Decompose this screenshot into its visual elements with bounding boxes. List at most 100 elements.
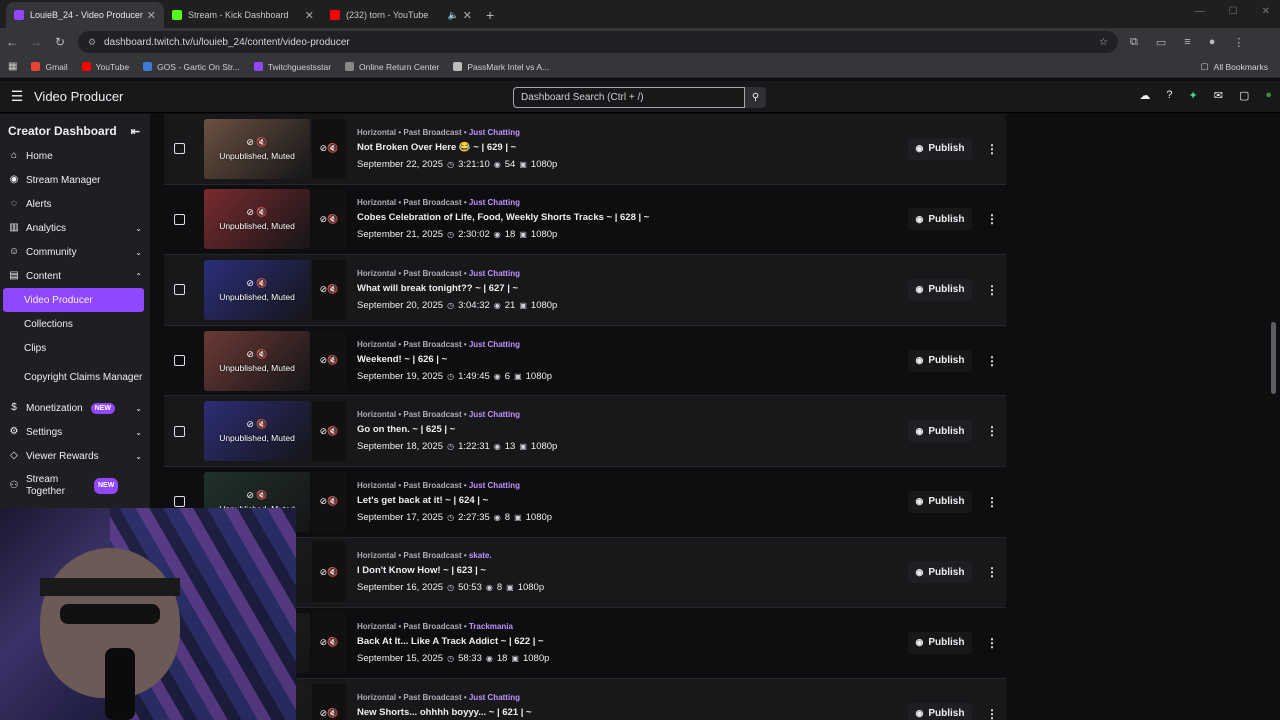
browser-tab[interactable]: LouieB_24 - Video Producer - T ✕ bbox=[6, 2, 164, 28]
select-checkbox[interactable] bbox=[174, 355, 185, 367]
publish-button[interactable]: ◉ Publish bbox=[908, 490, 972, 513]
sidebar-item-alerts[interactable]: ◌ Alerts bbox=[0, 192, 150, 216]
media-icon[interactable]: ≡ bbox=[1184, 36, 1190, 49]
sidebar-item-stream-together[interactable]: ⚇ Stream Together NEW bbox=[0, 468, 150, 504]
video-category-link[interactable]: Just Chatting bbox=[469, 128, 520, 137]
video-title[interactable]: Cobes Celebration of Life, Food, Weekly … bbox=[357, 212, 649, 223]
video-thumbnail[interactable]: ⊘ 🔇 Unpublished, Muted bbox=[204, 189, 310, 250]
more-options-icon[interactable]: ⋮ bbox=[986, 565, 998, 579]
select-checkbox[interactable] bbox=[174, 213, 185, 225]
bookmark-item[interactable]: Gmail bbox=[31, 62, 68, 72]
cast-icon[interactable]: ▭ bbox=[1156, 36, 1166, 49]
browser-tab[interactable]: (232) torn - YouTube 🔈 ✕ bbox=[322, 2, 480, 28]
sparkle-icon[interactable]: ✦ bbox=[1189, 89, 1198, 102]
video-row[interactable]: ⊘ 🔇 Unpublished, Muted ⊘🔇 Horizontal • P… bbox=[164, 396, 1006, 467]
bookmark-item[interactable]: PassMark Intel vs A... bbox=[453, 62, 549, 72]
sidebar-item-content[interactable]: ▤ Content ⌃ bbox=[0, 264, 150, 288]
site-info-icon[interactable]: ⚙ bbox=[88, 37, 98, 48]
sidebar-item-analytics[interactable]: ▥ Analytics ⌄ bbox=[0, 216, 150, 240]
profile-avatar[interactable]: ● bbox=[1209, 36, 1216, 49]
bookmark-item[interactable]: Twitchguestsstar bbox=[253, 62, 331, 72]
sidebar-item-viewer-rewards[interactable]: ◇ Viewer Rewards ⌄ bbox=[0, 444, 150, 468]
video-title[interactable]: Let's get back at it! ~ | 624 | ~ bbox=[357, 495, 552, 506]
bookmark-item[interactable]: YouTube bbox=[81, 62, 129, 72]
video-title[interactable]: New Shorts... ohhhh boyyy... ~ | 621 | ~ bbox=[357, 707, 557, 718]
video-title[interactable]: Not Broken Over Here 😂 ~ | 629 | ~ bbox=[357, 142, 557, 153]
sidebar-item-copyright-claims[interactable]: Copyright Claims Manager bbox=[0, 360, 150, 396]
video-title[interactable]: What will break tonight?? ~ | 627 | ~ bbox=[357, 283, 557, 294]
video-category-link[interactable]: skate. bbox=[469, 551, 492, 560]
whispers-icon[interactable]: ▢ bbox=[1239, 89, 1249, 102]
maximize-icon[interactable]: ☐ bbox=[1229, 6, 1238, 17]
video-category-link[interactable]: Just Chatting bbox=[469, 198, 520, 207]
collapse-sidebar-icon[interactable]: ⇤ bbox=[131, 125, 140, 138]
video-thumbnail[interactable]: ⊘ 🔇 Unpublished, Muted bbox=[204, 401, 310, 462]
publish-button[interactable]: ◉ Publish bbox=[908, 702, 972, 720]
publish-button[interactable]: ◉ Publish bbox=[908, 278, 972, 301]
mute-icon[interactable]: 🔈 bbox=[448, 10, 459, 21]
video-row[interactable]: ⊘ 🔇 Unpublished, Muted ⊘🔇 Horizontal • P… bbox=[164, 114, 1006, 185]
publish-button[interactable]: ◉ Publish bbox=[908, 631, 972, 654]
bookmark-item[interactable]: GOS - Gartic On Str... bbox=[143, 62, 240, 72]
forward-icon[interactable]: → bbox=[24, 35, 48, 49]
publish-button[interactable]: ◉ Publish bbox=[908, 349, 972, 372]
video-category-link[interactable]: Just Chatting bbox=[469, 410, 520, 419]
select-checkbox[interactable] bbox=[174, 425, 185, 437]
video-row[interactable]: ⊘ 🔇 Unpublished, Muted ⊘🔇 Horizontal • P… bbox=[164, 255, 1006, 326]
extensions-icon[interactable]: ⧉ bbox=[1130, 36, 1138, 49]
hamburger-menu-icon[interactable]: ☰ bbox=[0, 88, 34, 105]
more-options-icon[interactable]: ⋮ bbox=[986, 142, 998, 156]
video-title[interactable]: Go on then. ~ | 625 | ~ bbox=[357, 424, 557, 435]
select-checkbox[interactable] bbox=[174, 284, 185, 296]
publish-button[interactable]: ◉ Publish bbox=[908, 561, 972, 584]
video-thumbnail[interactable]: ⊘ 🔇 Unpublished, Muted bbox=[204, 330, 310, 391]
bookmark-item[interactable]: Online Return Center bbox=[345, 62, 439, 72]
inbox-icon[interactable]: ✉ bbox=[1214, 89, 1223, 102]
browser-tab[interactable]: Stream - Kick Dashboard ✕ bbox=[164, 2, 322, 28]
close-window-icon[interactable]: ✕ bbox=[1262, 6, 1270, 17]
video-category-link[interactable]: Trackmania bbox=[469, 622, 513, 631]
dashboard-search-input[interactable]: Dashboard Search (Ctrl + /) bbox=[513, 87, 745, 108]
bookmark-star-icon[interactable]: ☆ bbox=[1099, 37, 1108, 48]
new-tab-button[interactable]: + bbox=[486, 2, 494, 28]
reload-icon[interactable]: ↻ bbox=[48, 35, 72, 49]
video-row[interactable]: ⊘ 🔇 Unpublished, Muted ⊘🔇 Horizontal • P… bbox=[164, 184, 1006, 256]
sidebar-item-collections[interactable]: Collections bbox=[0, 312, 150, 336]
sidebar-item-settings[interactable]: ⚙ Settings ⌄ bbox=[0, 420, 150, 444]
search-icon[interactable]: ⚲ bbox=[745, 87, 766, 108]
sidebar-item-monetization[interactable]: $ Monetization NEW ⌄ bbox=[0, 396, 150, 420]
sidebar-item-stream-manager[interactable]: ◉ Stream Manager bbox=[0, 168, 150, 192]
video-title[interactable]: Back At It... Like A Track Addict ~ | 62… bbox=[357, 636, 549, 647]
page-scrollbar[interactable] bbox=[1271, 322, 1276, 394]
video-row[interactable]: ⊘ 🔇 Unpublished, Muted ⊘🔇 Horizontal • P… bbox=[164, 325, 1006, 397]
video-thumbnail[interactable]: ⊘ 🔇 Unpublished, Muted bbox=[204, 118, 310, 179]
close-tab-icon[interactable]: ✕ bbox=[147, 9, 156, 22]
menu-kebab-icon[interactable]: ⋮ bbox=[1233, 36, 1244, 49]
video-category-link[interactable]: Just Chatting bbox=[469, 481, 520, 490]
video-category-link[interactable]: Just Chatting bbox=[469, 340, 520, 349]
more-options-icon[interactable]: ⋮ bbox=[986, 354, 998, 368]
more-options-icon[interactable]: ⋮ bbox=[986, 707, 998, 720]
more-options-icon[interactable]: ⋮ bbox=[986, 495, 998, 509]
select-checkbox[interactable] bbox=[174, 496, 185, 508]
publish-button[interactable]: ◉ Publish bbox=[908, 137, 972, 160]
video-thumbnail[interactable]: ⊘ 🔇 Unpublished, Muted bbox=[204, 259, 310, 320]
user-avatar[interactable]: ● bbox=[1265, 89, 1272, 102]
more-options-icon[interactable]: ⋮ bbox=[986, 212, 998, 226]
url-field[interactable]: ⚙ dashboard.twitch.tv/u/louieb_24/conten… bbox=[78, 31, 1118, 53]
sidebar-item-clips[interactable]: Clips bbox=[0, 336, 150, 360]
publish-button[interactable]: ◉ Publish bbox=[908, 208, 972, 231]
close-tab-icon[interactable]: ✕ bbox=[463, 9, 472, 22]
minimize-icon[interactable]: — bbox=[1195, 6, 1205, 17]
video-category-link[interactable]: Just Chatting bbox=[469, 269, 520, 278]
sidebar-item-home[interactable]: ⌂ Home bbox=[0, 144, 150, 168]
all-bookmarks-button[interactable]: ▢ All Bookmarks bbox=[1201, 61, 1268, 72]
close-tab-icon[interactable]: ✕ bbox=[305, 9, 314, 22]
publish-button[interactable]: ◉ Publish bbox=[908, 420, 972, 443]
video-category-link[interactable]: Just Chatting bbox=[469, 693, 520, 702]
more-options-icon[interactable]: ⋮ bbox=[986, 636, 998, 650]
sidebar-item-video-producer[interactable]: Video Producer bbox=[3, 288, 144, 312]
help-icon[interactable]: ? bbox=[1166, 89, 1172, 102]
back-icon[interactable]: ← bbox=[0, 35, 24, 49]
video-title[interactable]: I Don't Know How! ~ | 623 | ~ bbox=[357, 565, 544, 576]
